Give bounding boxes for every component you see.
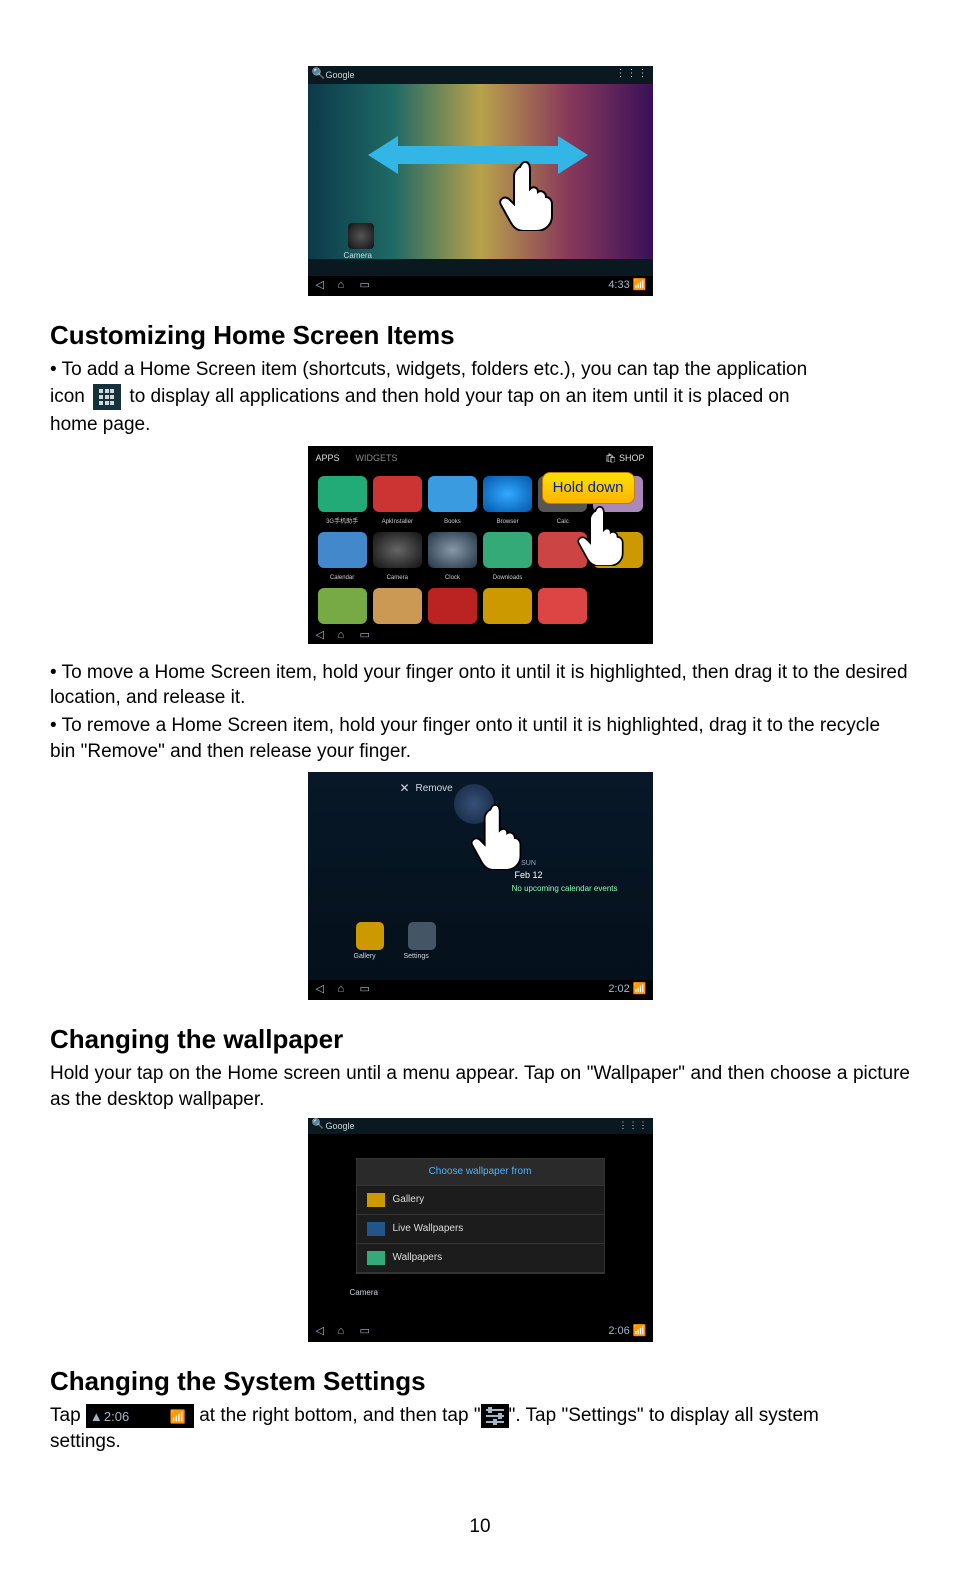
apps-grid-icon: ⋮⋮⋮: [616, 67, 649, 81]
back-icon: ◁: [316, 1324, 324, 1339]
recent-icon: ▭: [360, 982, 370, 997]
menu-title: Choose wallpaper from: [357, 1159, 604, 1186]
statusbar-time: 2:02 📶: [608, 982, 646, 997]
camera-label: Camera: [344, 251, 372, 262]
screenshot-remove-item: ✕ Remove SUN Feb 12 No upcoming calendar…: [50, 766, 910, 1014]
apps-grid-icon: ⋮⋮⋮: [619, 1119, 649, 1131]
calendar-date: SUN Feb 12: [514, 856, 542, 881]
statusbar-time: 2:06 📶: [608, 1324, 646, 1339]
no-calendar-events: No upcoming calendar events: [512, 884, 618, 895]
back-icon: ◁: [316, 628, 324, 643]
back-icon: ◁: [316, 982, 324, 997]
home-icon: ⌂: [338, 982, 345, 997]
google-label: Google: [326, 69, 355, 81]
bullet-move-item: • To move a Home Screen item, hold your …: [50, 660, 910, 711]
touch-hand-icon: [575, 506, 625, 566]
search-icon: 🔍: [312, 1118, 324, 1132]
menu-option-gallery: Gallery: [357, 1186, 604, 1215]
hold-down-callout: Hold down: [542, 472, 635, 504]
camera-app-icon: [348, 223, 374, 249]
search-icon: 🔍: [312, 67, 326, 82]
heading-system-settings: Changing the System Settings: [50, 1364, 910, 1399]
recent-icon: ▭: [360, 1324, 370, 1339]
screenshot-home-swipe: 🔍 Google ⋮⋮⋮ Camera ◁ ⌂ ▭ 4:33 📶: [50, 60, 910, 310]
back-icon: ◁: [316, 278, 324, 293]
shop-button: 🛍 SHOP: [605, 452, 644, 464]
settings-sliders-icon: [481, 1404, 509, 1428]
settings-app-icon: [408, 922, 436, 950]
screenshot-app-drawer: APPS WIDGETS 🛍 SHOP 3G手机助手ApkInstallerBo…: [50, 440, 910, 658]
settings-paragraph-line2: settings.: [50, 1429, 910, 1455]
home-icon: ⌂: [338, 1324, 345, 1339]
page-number: 10: [50, 1514, 910, 1540]
statusbar-time: 4:33 📶: [608, 278, 646, 293]
touch-hand-icon: [498, 161, 553, 231]
recent-icon: ▭: [360, 278, 370, 293]
gallery-app-icon: [356, 922, 384, 950]
recent-icon: ▭: [360, 628, 370, 643]
swipe-arrow-icon: [368, 136, 588, 174]
all-apps-icon: [93, 384, 121, 410]
heading-customizing: Customizing Home Screen Items: [50, 318, 910, 353]
home-icon: ⌂: [338, 628, 345, 643]
bullet-add-item-line3: home page.: [50, 412, 910, 438]
camera-label: Camera: [350, 1288, 378, 1299]
apps-tab: APPS: [316, 452, 340, 464]
bullet-add-item-line1: • To add a Home Screen item (shortcuts, …: [50, 357, 910, 383]
wallpaper-paragraph: Hold your tap on the Home screen until a…: [50, 1061, 910, 1112]
screenshot-choose-wallpaper: 🔍 Google ⋮⋮⋮ Choose wallpaper from Galle…: [50, 1112, 910, 1356]
choose-wallpaper-menu: Choose wallpaper from Gallery Live Wallp…: [356, 1158, 605, 1274]
widgets-tab: WIDGETS: [356, 452, 398, 464]
menu-option-wallpapers: Wallpapers: [357, 1244, 604, 1273]
heading-wallpaper: Changing the wallpaper: [50, 1022, 910, 1057]
statusbar-clock-chip: ▲ 2:06 📶: [86, 1404, 194, 1428]
bullet-remove-item: • To remove a Home Screen item, hold you…: [50, 713, 910, 764]
menu-option-live: Live Wallpapers: [357, 1215, 604, 1244]
home-icon: ⌂: [338, 278, 345, 293]
settings-paragraph: Tap ▲ 2:06 📶 at the right bottom, and th…: [50, 1403, 910, 1429]
bullet-add-item-line2: icon to display all applications and the…: [50, 384, 910, 410]
remove-label: Remove: [416, 782, 453, 796]
remove-x-icon: ✕: [400, 780, 410, 796]
google-label: Google: [326, 1120, 355, 1132]
